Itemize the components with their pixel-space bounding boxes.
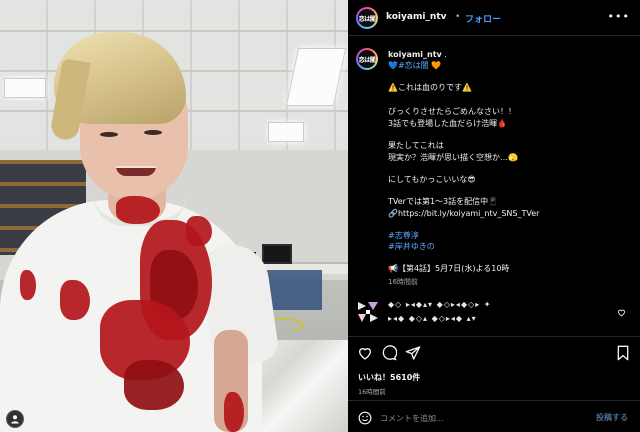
send-icon xyxy=(405,346,421,360)
save-button[interactable] xyxy=(614,344,632,362)
account-avatar-logo: 恋は闇 xyxy=(358,9,376,27)
caption-avatar[interactable]: 恋は闇 xyxy=(356,48,378,70)
caption-line: TVerでは第1〜3話を配信中📱 xyxy=(388,197,499,206)
comment-text: ▸◂◆ ◆◇▴ ◆◇▸◂◆ ▴▾ xyxy=(388,314,477,323)
caption-username-line: koiyami_ntv . xyxy=(388,49,447,60)
caption-line: 3話でも登場した血だらけ浩暉🩸 xyxy=(388,119,508,128)
caption-line: 現実か？浩暉が思い描く空想か…🫣 xyxy=(388,153,518,162)
photo-blood-stain xyxy=(60,280,90,320)
photo-blood-stain xyxy=(224,392,244,432)
caption-line: 果たしてこれは xyxy=(388,141,444,150)
header-separator: • xyxy=(455,12,461,22)
commenter-avatar-icon xyxy=(358,302,378,322)
photo-person xyxy=(0,0,348,432)
photo-eye xyxy=(144,130,162,135)
comment-item: ◆◇ ▸◂◆▴▾ ◆◇▸◂◆◇▸ ✦ ▸◂◆ ◆◇▴ ◆◇▸◂◆ ▴▾ xyxy=(356,298,632,328)
caption-line: ⚠️これは血のりです⚠️ xyxy=(388,83,472,92)
photo-blood-stain xyxy=(186,216,212,246)
comment-input[interactable] xyxy=(380,410,580,426)
actions-divider xyxy=(348,336,640,337)
account-avatar[interactable]: 恋は闇 xyxy=(356,7,378,29)
share-button[interactable] xyxy=(404,344,422,362)
more-options-button[interactable]: ••• xyxy=(608,10,630,23)
caption-hashtag[interactable]: #岸井ゆきの xyxy=(388,241,435,252)
comment-text: ◆◇ ▸◂◆▴▾ ◆◇▸◂◆◇▸ ✦ xyxy=(388,300,492,309)
caption-line: 📢【第4話】5月7日(水)よる10時 xyxy=(388,264,510,273)
comment-icon xyxy=(382,345,397,361)
comment-composer: 投稿する xyxy=(348,404,640,432)
post-timestamp: 16時間前 xyxy=(358,388,386,396)
post-panel: 恋は闇 koiyami_ntv • フォロー ••• 恋は闇 koiyami_n… xyxy=(348,0,640,432)
photo-blood-stain xyxy=(116,196,160,224)
heart-icon xyxy=(618,309,625,317)
caption-line: びっくりさせたらごめんなさい！！ xyxy=(388,107,516,116)
user-icon xyxy=(11,415,19,424)
composer-divider xyxy=(348,400,640,401)
caption-username-suffix: . xyxy=(444,50,447,59)
bookmark-icon xyxy=(617,345,629,361)
post-comment-button[interactable]: 投稿する xyxy=(596,412,628,423)
photo-blood-stain xyxy=(124,360,184,410)
emoji-icon xyxy=(358,411,372,425)
post-actions xyxy=(348,344,640,366)
likes-count[interactable]: いいね！5610件 xyxy=(358,372,420,383)
photo-eye xyxy=(100,132,118,137)
photo-mouth xyxy=(116,166,156,176)
follow-button[interactable]: フォロー xyxy=(465,12,501,25)
caption-hashtag[interactable]: #志尊淳 xyxy=(388,230,419,241)
caption-avatar-logo: 恋は闇 xyxy=(358,50,376,68)
caption-timestamp: 16時間前 xyxy=(388,278,418,286)
emoji-button[interactable] xyxy=(358,411,372,425)
heart-icon xyxy=(358,348,372,360)
post-photo[interactable] xyxy=(0,0,348,432)
photo-blood-stain xyxy=(20,270,36,300)
caption-hashtag[interactable]: 💙#恋は闇 🧡 xyxy=(388,60,441,71)
tagged-user-button[interactable] xyxy=(6,410,24,428)
comment-like-button[interactable] xyxy=(617,308,626,317)
post-caption: 恋は闇 koiyami_ntv . 💙#恋は闇 🧡 ⚠️これは血のりです⚠️ び… xyxy=(348,44,640,302)
commenter-avatar[interactable] xyxy=(356,300,380,324)
caption-username[interactable]: koiyami_ntv xyxy=(388,50,442,59)
post-header: 恋は闇 koiyami_ntv • フォロー ••• xyxy=(348,0,640,36)
comment-button[interactable] xyxy=(380,344,398,362)
caption-link[interactable]: 🔗https://bit.ly/koiyami_ntv_SNS_TVer xyxy=(388,208,539,219)
caption-line: にしてもかっこいいな😎 xyxy=(388,175,476,184)
header-username[interactable]: koiyami_ntv xyxy=(386,12,447,22)
like-button[interactable] xyxy=(356,344,374,362)
